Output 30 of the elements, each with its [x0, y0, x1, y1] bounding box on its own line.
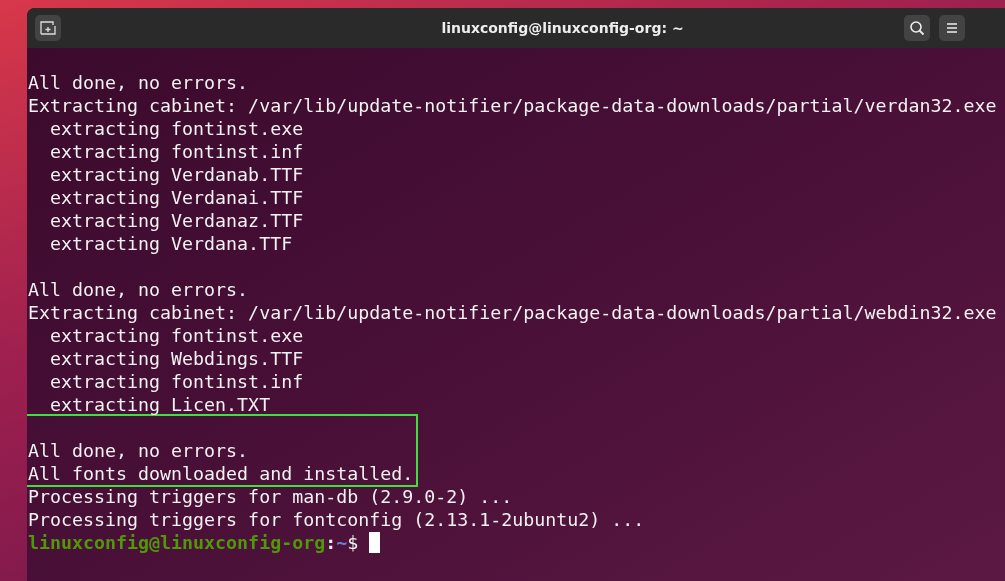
prompt-separator: :: [325, 531, 337, 554]
prompt-path: ~: [336, 531, 348, 554]
terminal-line: extracting Verdanai.TTF: [49, 186, 305, 209]
search-button[interactable]: [904, 15, 930, 41]
terminal-line: extracting fontinst.inf: [49, 370, 305, 393]
terminal-line: extracting Verdanaz.TTF: [49, 209, 305, 232]
terminal-line: Processing triggers for fontconfig (2.13.1-2ubuntu2) ...: [28, 508, 645, 531]
terminal-line: All done, no errors.: [28, 439, 250, 462]
terminal-line: extracting Verdanab.TTF: [49, 163, 305, 186]
menu-button[interactable]: [939, 15, 965, 41]
terminal-line: Extracting cabinet: /var/lib/update-notifier/package-data-downloads/partial/verdan32.exe: [28, 94, 997, 117]
terminal-line: All fonts downloaded and installed.: [28, 462, 414, 485]
terminal-line: Processing triggers for man-db (2.9.0-2) ...: [28, 485, 514, 508]
text-cursor: [369, 532, 381, 553]
prompt-symbol: $: [347, 531, 359, 554]
window-title: linuxconfig@linuxconfig-org: ~: [440, 20, 685, 36]
terminal-line: extracting Webdings.TTF: [49, 347, 305, 370]
search-icon: [909, 20, 925, 36]
terminal-line: All done, no errors.: [28, 71, 250, 94]
terminal-line: extracting Verdana.TTF: [49, 232, 294, 255]
new-tab-icon: [40, 21, 56, 35]
terminal-line: Extracting cabinet: /var/lib/update-notifier/package-data-downloads/partial/webdin32.exe: [28, 301, 997, 324]
terminal-line: extracting Licen.TXT: [49, 393, 272, 416]
prompt-user-host: linuxconfig@linuxconfig-org: [28, 531, 326, 554]
new-tab-button[interactable]: [35, 15, 61, 41]
terminal-line: extracting fontinst.inf: [49, 140, 305, 163]
terminal-line: extracting fontinst.exe: [49, 324, 305, 347]
menu-icon: [945, 22, 959, 34]
terminal-line: extracting fontinst.exe: [49, 117, 305, 140]
terminal-line: All done, no errors.: [28, 278, 250, 301]
